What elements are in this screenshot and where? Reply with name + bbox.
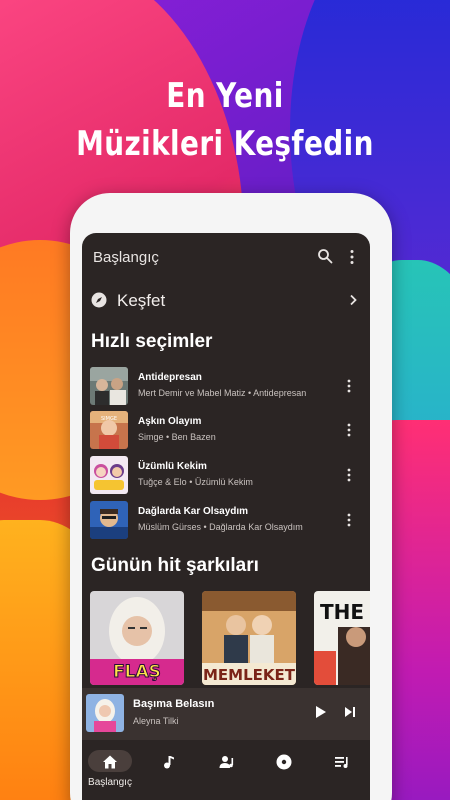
now-playing-artist: Aleyna Tilki [133, 716, 179, 726]
list-item[interactable]: Dağlarda Kar Olsaydım Müslüm Gürses • Da… [82, 501, 370, 541]
album-cover: SIMGE [90, 411, 128, 449]
quick-picks-title: Hızlı seçimler [91, 331, 213, 352]
explore-label: Keşfet [117, 291, 166, 310]
album-cover [90, 501, 128, 539]
playlist-icon [335, 757, 348, 768]
list-item[interactable]: SIMGE Aşkın Olayım Simge • Ben Bazen [82, 411, 370, 451]
song-title: Antidepresan [138, 372, 202, 383]
now-playing-title: Başıma Belasın [133, 698, 215, 710]
song-title: Üzümlü Kekim [138, 461, 207, 472]
daily-hits-carousel[interactable]: FLAŞ MEMLEKET THE HIT [82, 591, 370, 691]
search-icon[interactable] [317, 248, 333, 264]
song-meta: Tuğçe & Elo • Üzümlü Kekim [138, 477, 253, 487]
cover-text: FLAŞ [113, 662, 161, 682]
song-meta: Müslüm Gürses • Dağlarda Kar Olsaydım [138, 522, 303, 532]
list-item[interactable]: Antidepresan Mert Demir ve Mabel Matiz •… [82, 367, 370, 407]
song-meta: Mert Demir ve Mabel Matiz • Antidepresan [138, 388, 307, 398]
home-icon [103, 755, 117, 769]
more-vert-icon[interactable] [346, 379, 352, 393]
list-item[interactable]: Üzümlü Kekim Tuğçe & Elo • Üzümlü Kekim [82, 456, 370, 496]
app-bar: Başlangıç [82, 233, 370, 281]
playlist-card[interactable]: FLAŞ [90, 591, 184, 685]
svg-text:SIMGE: SIMGE [101, 416, 117, 422]
compass-icon [91, 292, 107, 308]
cover-text: THE HIT [320, 600, 370, 624]
artist-icon [219, 756, 234, 768]
app-screen: Başlangıç Keşfet Hızlı seçimler Antidepr… [82, 233, 370, 800]
nav-artists[interactable] [201, 740, 253, 800]
page-title: Başlangıç [93, 249, 159, 266]
promo-headline-line2: Müzikleri Keşfedin [76, 124, 374, 164]
daily-hits-title: Günün hit şarkıları [91, 555, 259, 576]
nav-playlists[interactable] [316, 740, 368, 800]
explore-row[interactable]: Keşfet [82, 285, 370, 317]
mini-player[interactable]: Başıma Belasın Aleyna Tilki [82, 688, 370, 740]
promo-headline-line1: En Yeni [166, 76, 284, 116]
more-vert-icon[interactable] [346, 468, 352, 482]
more-vert-icon[interactable] [346, 513, 352, 527]
music-note-icon [164, 756, 174, 769]
skip-next-icon[interactable] [344, 706, 356, 718]
now-playing-cover [86, 694, 124, 732]
playlist-card[interactable]: THE HIT [314, 591, 370, 685]
song-title: Dağlarda Kar Olsaydım [138, 506, 249, 517]
nav-songs[interactable] [142, 740, 194, 800]
play-icon[interactable] [315, 705, 327, 719]
bottom-navigation: Başlangıç [82, 740, 370, 800]
album-cover [90, 456, 128, 494]
album-cover [90, 367, 128, 405]
song-meta: Simge • Ben Bazen [138, 432, 216, 442]
playlist-card[interactable]: MEMLEKET [202, 591, 296, 685]
more-vert-icon[interactable] [349, 249, 355, 265]
more-vert-icon[interactable] [346, 423, 352, 437]
nav-home-label: Başlangıç [88, 777, 132, 788]
cover-text: MEMLEKET [203, 666, 296, 684]
nav-home[interactable]: Başlangıç [84, 740, 136, 800]
nav-albums[interactable] [258, 740, 310, 800]
chevron-right-icon [350, 294, 357, 306]
song-title: Aşkın Olayım [138, 416, 202, 427]
album-disc-icon [276, 754, 292, 770]
promo-headline: En Yeni Müzikleri Keşfedin [41, 72, 410, 168]
